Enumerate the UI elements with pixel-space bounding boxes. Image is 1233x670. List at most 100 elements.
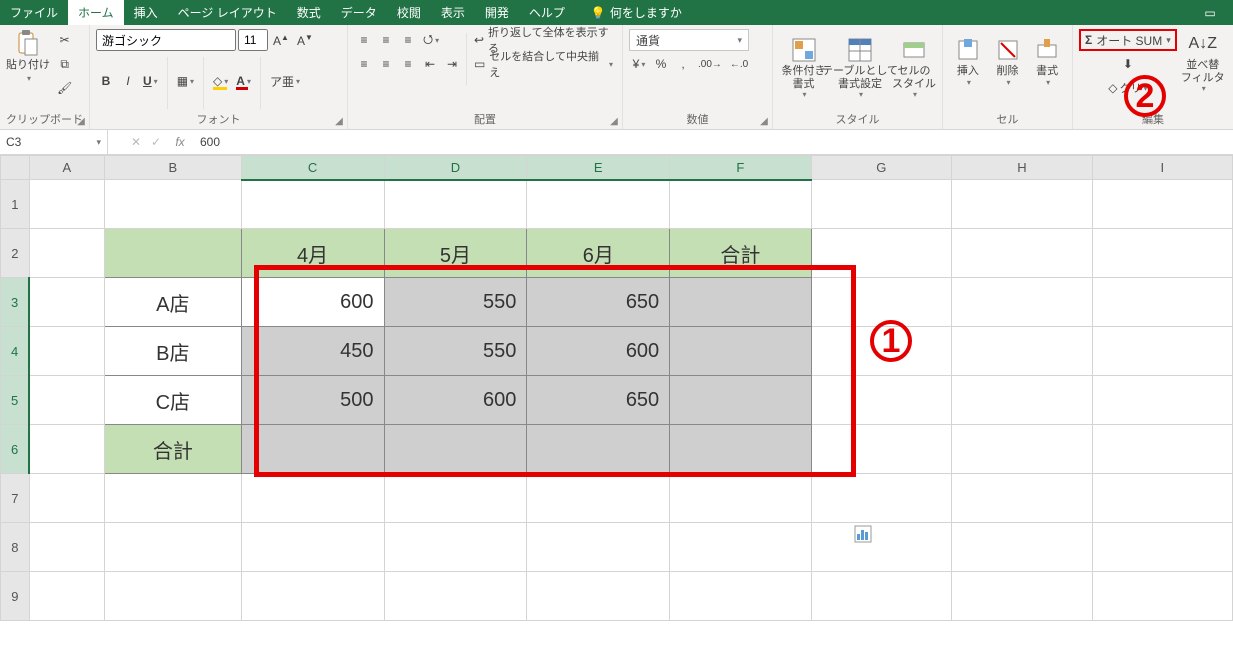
row-header-8[interactable]: 8 — [1, 523, 30, 572]
cell-D6[interactable] — [384, 425, 527, 474]
underline-button[interactable]: U — [140, 70, 161, 92]
cell-D7[interactable] — [384, 474, 527, 523]
clipboard-dialog-launcher[interactable]: ◢ — [75, 115, 87, 127]
cell-D8[interactable] — [384, 523, 527, 572]
cell-H7[interactable] — [952, 474, 1093, 523]
tab-review[interactable]: 校閲 — [387, 0, 431, 25]
cell-A1[interactable] — [29, 180, 104, 229]
bold-button[interactable]: B — [96, 70, 116, 92]
row-header-1[interactable]: 1 — [1, 180, 30, 229]
cell-G8[interactable] — [811, 523, 952, 572]
cell-F9[interactable] — [670, 572, 811, 621]
cell-B3[interactable]: A店 — [105, 278, 242, 327]
font-color-button[interactable]: A — [233, 70, 254, 92]
paste-button[interactable]: 貼り付け — [6, 29, 50, 99]
cell-H3[interactable] — [952, 278, 1093, 327]
insert-function-button[interactable]: fx — [166, 135, 194, 149]
quick-analysis-button[interactable] — [854, 525, 872, 543]
cell-A5[interactable] — [29, 376, 104, 425]
cell-G9[interactable] — [811, 572, 952, 621]
alignment-dialog-launcher[interactable]: ◢ — [608, 115, 620, 127]
tab-page-layout[interactable]: ページ レイアウト — [168, 0, 287, 25]
increase-decimal-button[interactable]: .00→ — [695, 53, 725, 75]
cell-F8[interactable] — [670, 523, 811, 572]
cell-E6[interactable] — [527, 425, 670, 474]
cell-G5[interactable] — [811, 376, 952, 425]
row-header-4[interactable]: 4 — [1, 327, 30, 376]
cell-I5[interactable] — [1092, 376, 1232, 425]
cell-A9[interactable] — [29, 572, 104, 621]
cell-G1[interactable] — [811, 180, 952, 229]
delete-cells-button[interactable]: 削除 — [989, 35, 1027, 105]
tab-formulas[interactable]: 数式 — [287, 0, 331, 25]
number-dialog-launcher[interactable]: ◢ — [758, 115, 770, 127]
tab-home[interactable]: ホーム — [68, 0, 124, 25]
cell-I9[interactable] — [1092, 572, 1232, 621]
cell-B4[interactable]: B店 — [105, 327, 242, 376]
cell-F5[interactable] — [670, 376, 811, 425]
border-button[interactable]: ▦ — [174, 70, 197, 92]
tab-insert[interactable]: 挿入 — [124, 0, 168, 25]
cell-B6[interactable]: 合計 — [105, 425, 242, 474]
merge-center-button[interactable]: ▭ セルを結合して中央揃え — [471, 53, 616, 75]
cell-E9[interactable] — [527, 572, 670, 621]
font-size-input[interactable] — [238, 29, 268, 51]
cell-H2[interactable] — [952, 229, 1093, 278]
col-header-D[interactable]: D — [384, 156, 527, 180]
cell-H6[interactable] — [952, 425, 1093, 474]
cell-H5[interactable] — [952, 376, 1093, 425]
cut-button[interactable]: ✂ — [54, 29, 75, 51]
currency-button[interactable]: ¥ — [629, 53, 649, 75]
select-all-button[interactable] — [1, 156, 30, 180]
worksheet-grid[interactable]: A B C D E F G H I 1 2 4月 5月 6月 合計 3 — [0, 155, 1233, 670]
cell-A7[interactable] — [29, 474, 104, 523]
tab-data[interactable]: データ — [331, 0, 387, 25]
col-header-G[interactable]: G — [811, 156, 952, 180]
cell-D9[interactable] — [384, 572, 527, 621]
row-header-2[interactable]: 2 — [1, 229, 30, 278]
cell-D4[interactable]: 550 — [384, 327, 527, 376]
font-dialog-launcher[interactable]: ◢ — [333, 115, 345, 127]
align-middle-button[interactable]: ≡ — [376, 29, 396, 51]
col-header-A[interactable]: A — [29, 156, 104, 180]
comma-button[interactable]: , — [673, 53, 693, 75]
conditional-formatting-button[interactable]: 条件付き 書式 — [779, 35, 828, 105]
cell-C5[interactable]: 500 — [241, 376, 384, 425]
col-header-I[interactable]: I — [1092, 156, 1232, 180]
cell-D5[interactable]: 600 — [384, 376, 527, 425]
fill-button[interactable]: ⬇ — [1079, 53, 1177, 75]
cell-E8[interactable] — [527, 523, 670, 572]
cell-B8[interactable] — [105, 523, 242, 572]
col-header-B[interactable]: B — [105, 156, 242, 180]
cell-H4[interactable] — [952, 327, 1093, 376]
cell-A4[interactable] — [29, 327, 104, 376]
cell-H1[interactable] — [952, 180, 1093, 229]
align-bottom-button[interactable]: ≡ — [398, 29, 418, 51]
autosum-button[interactable]: Σ オート SUM ▾ — [1079, 29, 1177, 51]
fill-color-button[interactable]: ◇ — [210, 70, 231, 92]
cell-F2[interactable]: 合計 — [670, 229, 811, 278]
cell-I2[interactable] — [1092, 229, 1232, 278]
cell-C2[interactable]: 4月 — [241, 229, 384, 278]
tab-developer[interactable]: 開発 — [475, 0, 519, 25]
ribbon-collapse-button[interactable]: ▭ — [1187, 0, 1233, 25]
phonetic-button[interactable]: ア亜 — [267, 70, 303, 92]
col-header-C[interactable]: C — [241, 156, 384, 180]
cell-G2[interactable] — [811, 229, 952, 278]
cell-I8[interactable] — [1092, 523, 1232, 572]
tab-file[interactable]: ファイル — [0, 0, 68, 25]
row-header-7[interactable]: 7 — [1, 474, 30, 523]
decrease-font-button[interactable]: A▼ — [294, 29, 316, 51]
cell-A8[interactable] — [29, 523, 104, 572]
align-left-button[interactable]: ≡ — [354, 53, 374, 75]
increase-indent-button[interactable]: ⇥ — [442, 53, 462, 75]
formula-cancel-button[interactable]: ✕ — [126, 135, 146, 149]
formula-enter-button[interactable]: ✓ — [146, 135, 166, 149]
tab-help[interactable]: ヘルプ — [519, 0, 575, 25]
row-header-5[interactable]: 5 — [1, 376, 30, 425]
orientation-button[interactable]: ⭯ — [420, 29, 442, 51]
cell-G7[interactable] — [811, 474, 952, 523]
cell-F4[interactable] — [670, 327, 811, 376]
cell-E2[interactable]: 6月 — [527, 229, 670, 278]
cell-H8[interactable] — [952, 523, 1093, 572]
